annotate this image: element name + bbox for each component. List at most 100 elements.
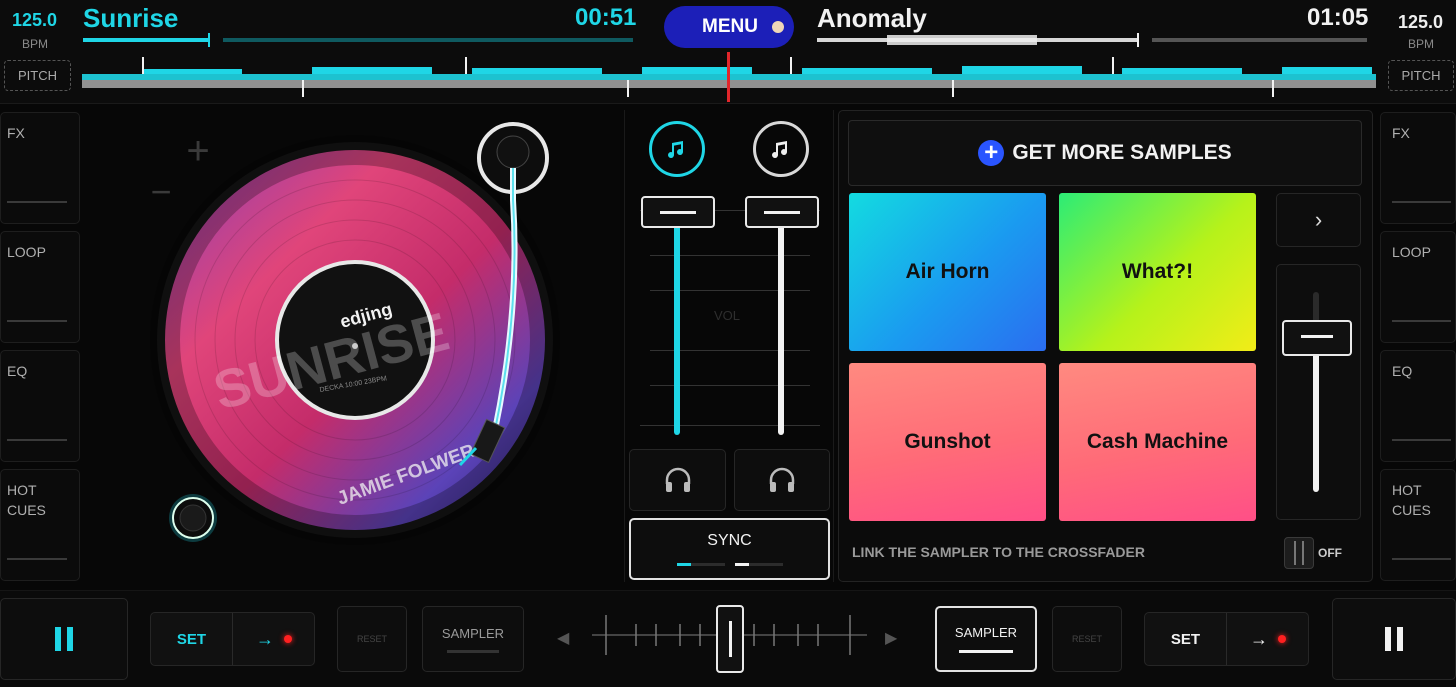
link-crossfader-state: OFF	[1318, 546, 1342, 560]
cue-dot-icon	[1278, 635, 1286, 643]
toggle-track	[1284, 537, 1314, 569]
pause-icon	[55, 627, 73, 651]
right-cue-jump-button[interactable]: →	[1228, 613, 1308, 665]
cue-dot-icon	[284, 635, 292, 643]
link-crossfader-label: LINK THE SAMPLER TO THE CROSSFADER	[852, 544, 1145, 560]
sync-button[interactable]: SYNC	[629, 518, 830, 580]
left-sampler-label: SAMPLER	[441, 626, 505, 641]
headphones-icon	[665, 467, 690, 492]
arrow-right-icon: →	[256, 628, 274, 649]
left-bpm-unit: BPM	[22, 37, 49, 51]
left-fx-indicator	[7, 201, 67, 203]
music-note-icon	[668, 141, 684, 159]
right-loop-label: LOOP	[1392, 244, 1431, 260]
left-reset-button[interactable]: RESET	[337, 606, 407, 672]
right-track-title: Anomaly	[817, 3, 927, 33]
right-sampler-button[interactable]: SAMPLER	[935, 606, 1037, 672]
left-cue-jump-button[interactable]: →	[234, 613, 314, 665]
left-set-button[interactable]: SET	[151, 613, 233, 665]
get-more-samples-label: GET MORE SAMPLES	[1012, 141, 1232, 164]
pad-label: Gunshot	[904, 430, 991, 453]
left-volume-fader[interactable]	[641, 196, 715, 228]
right-bpm-value: 125.0	[1398, 12, 1444, 32]
left-hot-cues-indicator	[7, 558, 67, 560]
left-volume-track	[674, 215, 680, 435]
chevron-right-icon: ›	[1314, 207, 1323, 232]
sample-pad-cash-machine[interactable]: Cash Machine	[1059, 363, 1256, 521]
pad-label: Air Horn	[905, 260, 990, 283]
sampler-volume-fader[interactable]	[1282, 320, 1352, 356]
right-loop-button[interactable]: LOOP	[1380, 231, 1456, 343]
right-sampler-indicator	[959, 650, 1013, 653]
right-hot-cues-indicator	[1392, 558, 1451, 560]
left-track-title: Sunrise	[83, 3, 179, 33]
pause-icon	[1385, 627, 1403, 651]
menu-button[interactable]: MENU	[664, 6, 794, 48]
right-track-time: 01:05	[1307, 4, 1369, 31]
left-hot-cues-label: HOT CUES	[7, 482, 46, 518]
right-fx-button[interactable]: FX	[1380, 112, 1456, 224]
right-volume-fader[interactable]	[745, 196, 819, 228]
left-pitch-label: PITCH	[18, 68, 57, 83]
music-note-icon	[772, 141, 788, 159]
left-bpm-value: 125.0	[12, 10, 58, 30]
left-track-time: 00:51	[575, 4, 637, 31]
right-hot-cues-label: HOT CUES	[1392, 482, 1431, 518]
main-waveform[interactable]	[82, 52, 1376, 102]
left-reset-label: RESET	[356, 634, 387, 644]
right-reset-label: RESET	[1071, 634, 1102, 644]
right-set-label: SET	[1170, 630, 1201, 648]
left-eq-button[interactable]: EQ	[0, 350, 80, 462]
right-eq-indicator	[1392, 439, 1451, 441]
right-eq-button[interactable]: EQ	[1380, 350, 1456, 462]
sync-right-indicator	[735, 563, 783, 566]
crossfader-left-arrow[interactable]: ◀	[557, 628, 569, 648]
get-more-samples-button[interactable]: + GET MORE SAMPLES	[848, 120, 1362, 186]
right-sampler-label: SAMPLER	[954, 625, 1018, 640]
left-eq-label: EQ	[7, 363, 28, 379]
right-music-button[interactable]	[753, 121, 809, 177]
right-pitch-button[interactable]: PITCH	[1388, 60, 1454, 91]
crossfader-right-arrow[interactable]: ▶	[885, 628, 897, 648]
sample-pad-what[interactable]: What?!	[1059, 193, 1256, 351]
menu-label: MENU	[702, 16, 758, 37]
left-sampler-button[interactable]: SAMPLER	[422, 606, 524, 672]
left-pitch-button[interactable]: PITCH	[4, 60, 71, 91]
right-loop-indicator	[1392, 320, 1451, 322]
left-eq-indicator	[7, 439, 67, 441]
sync-label: SYNC	[707, 532, 752, 549]
left-mini-waveform[interactable]	[83, 33, 633, 47]
right-set-button[interactable]: SET	[1145, 613, 1227, 665]
left-loop-label: LOOP	[7, 244, 46, 260]
right-pitch-label: PITCH	[1401, 68, 1441, 83]
menu-status-dot	[772, 21, 784, 33]
link-crossfader-toggle[interactable]: OFF	[1284, 537, 1354, 569]
pad-label: What?!	[1121, 260, 1194, 283]
sampler-next-page-button[interactable]: ›	[1276, 193, 1361, 247]
left-music-button[interactable]	[649, 121, 705, 177]
right-reset-button[interactable]: RESET	[1052, 606, 1122, 672]
arrow-right-icon: →	[1250, 628, 1268, 649]
left-fx-button[interactable]: FX	[0, 112, 80, 224]
vol-label: VOL	[714, 308, 741, 323]
right-fx-label: FX	[1392, 125, 1410, 141]
right-mini-waveform[interactable]	[817, 33, 1377, 47]
left-hot-cues-button[interactable]: HOT CUES	[0, 469, 80, 581]
left-play-pause-button[interactable]	[0, 598, 128, 680]
headphones-icon	[769, 467, 795, 492]
right-headphones-button[interactable]	[734, 449, 830, 511]
plus-icon: +	[978, 140, 1005, 166]
right-hot-cues-button[interactable]: HOT CUES	[1380, 469, 1456, 581]
sampler-volume-fill	[1313, 350, 1319, 492]
sync-left-indicator	[677, 563, 725, 566]
right-play-pause-button[interactable]	[1332, 598, 1456, 680]
right-eq-label: EQ	[1392, 363, 1413, 379]
left-headphones-button[interactable]	[629, 449, 726, 511]
dj-app: 125.0 BPM PITCH 125.0 BPM PITCH Sunrise …	[0, 0, 1456, 687]
left-loop-button[interactable]: LOOP	[0, 231, 80, 343]
sample-pad-air-horn[interactable]: Air Horn	[849, 193, 1046, 351]
turntable[interactable]: edjing DECKA 10:00 23BPM SUNRISE JAMIE F…	[150, 110, 570, 550]
crossfader-knob[interactable]	[716, 605, 744, 673]
left-fx-label: FX	[7, 125, 25, 141]
sample-pad-gunshot[interactable]: Gunshot	[849, 363, 1046, 521]
